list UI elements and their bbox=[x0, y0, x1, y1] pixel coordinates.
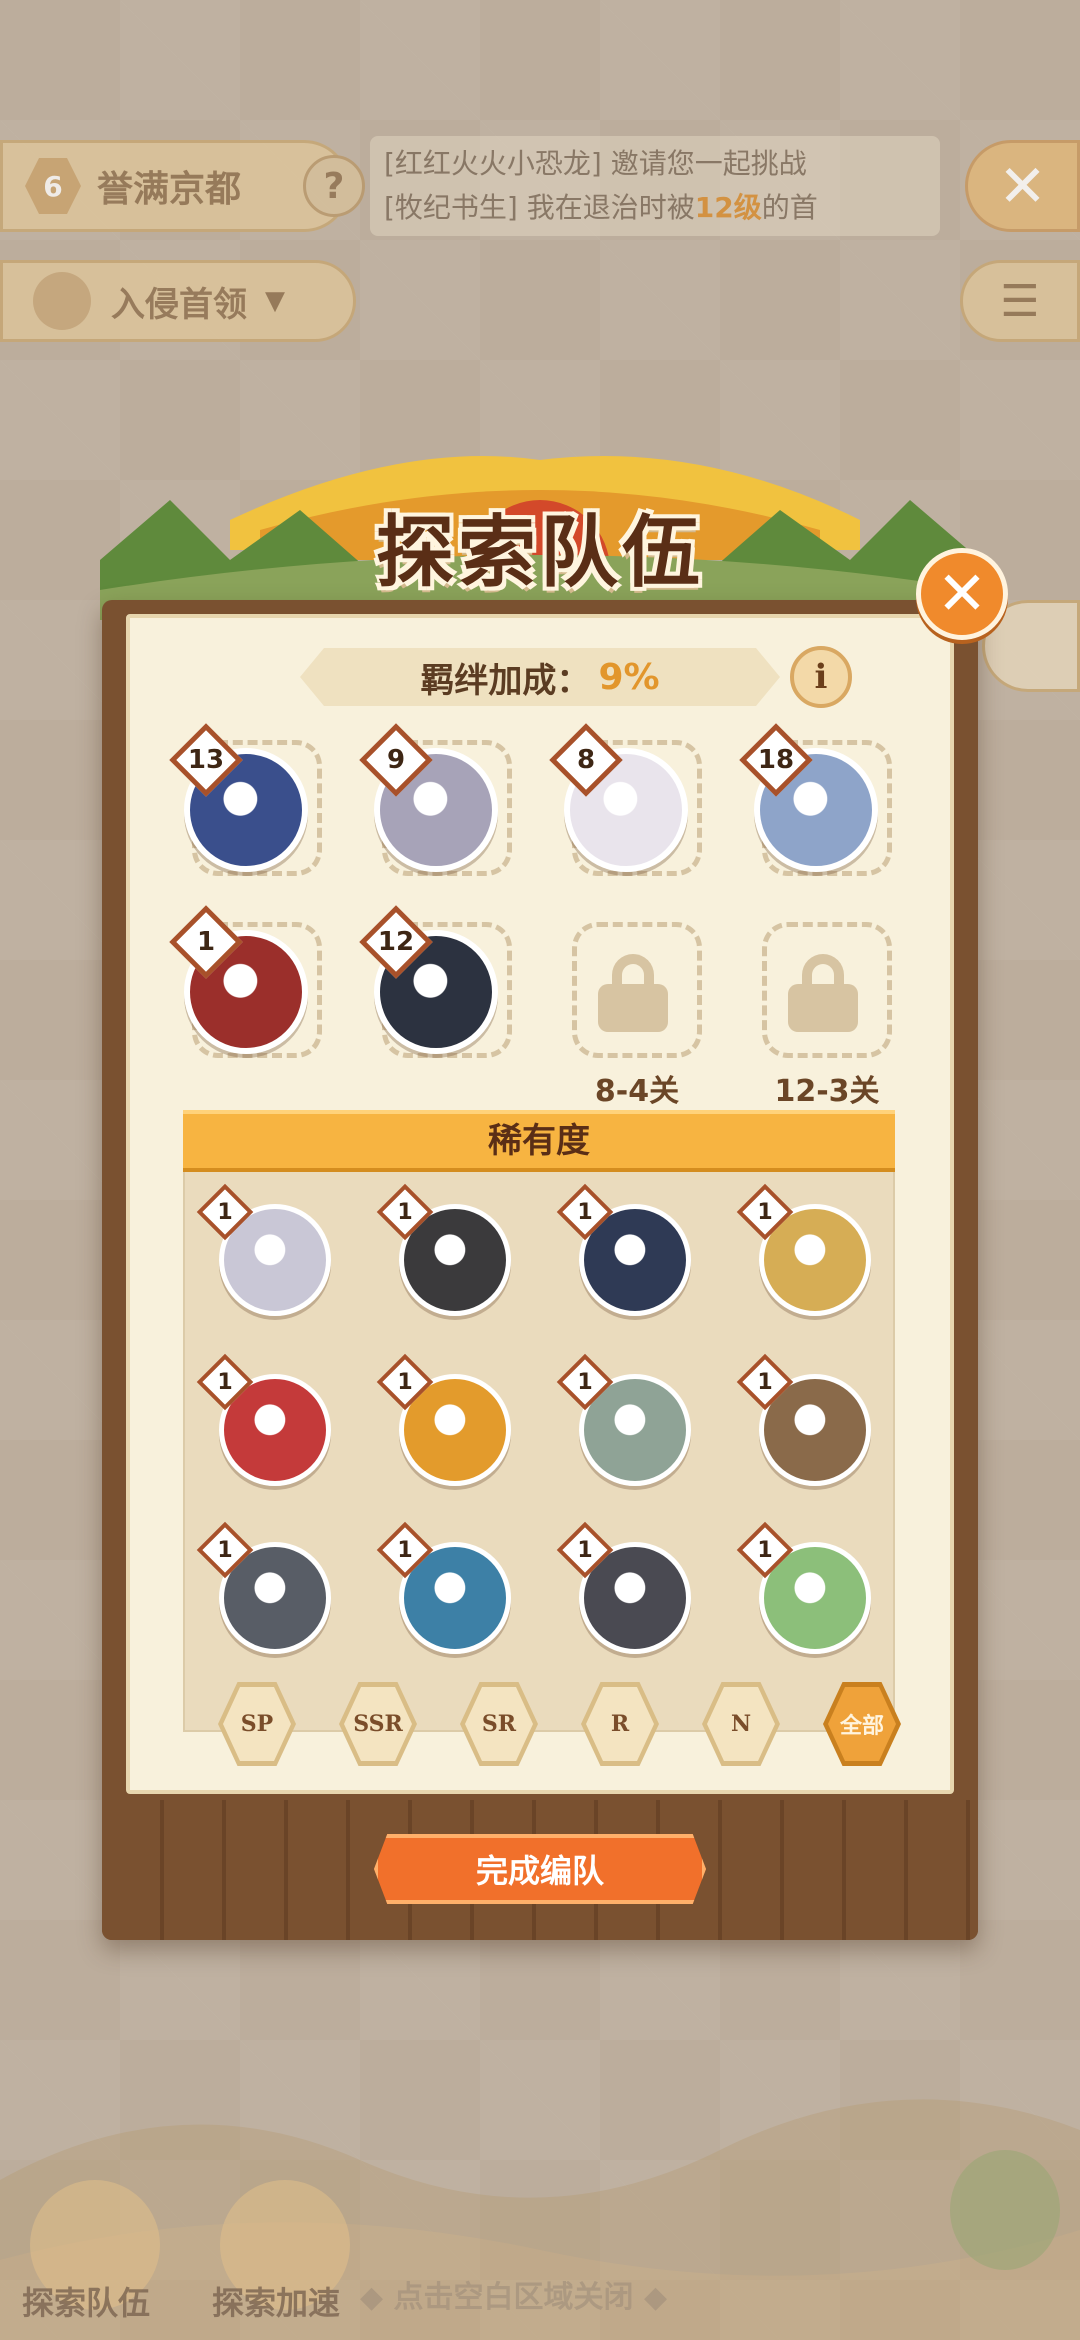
roster-card[interactable]: 1 bbox=[556, 1183, 695, 1322]
chevron-down-icon: ▼ bbox=[265, 286, 285, 316]
roster-card[interactable]: 1 bbox=[196, 1353, 335, 1492]
stage-banner[interactable]: 6 誉满京都 ? bbox=[0, 140, 365, 232]
locked-slot[interactable]: 8-4关 bbox=[562, 918, 702, 1109]
explore-team-label: 探索队伍 bbox=[22, 2284, 151, 2322]
explore-speed-label: 探索加速 bbox=[212, 2284, 341, 2322]
roster-card[interactable]: 1 bbox=[736, 1183, 875, 1322]
bond-label: 羁绊加成： bbox=[420, 660, 591, 701]
complete-formation-button[interactable]: 完成编队 bbox=[374, 1834, 706, 1904]
unlock-requirement: 12-3关 bbox=[774, 1074, 880, 1109]
roster-card[interactable]: 1 bbox=[376, 1353, 515, 1492]
roster-card[interactable]: 1 bbox=[196, 1183, 335, 1322]
bond-bonus-bar: 羁绊加成： 9% bbox=[300, 648, 780, 706]
stage-title: 誉满京都 bbox=[97, 169, 242, 210]
lock-icon bbox=[598, 954, 668, 1032]
team-slot[interactable]: 9 bbox=[359, 723, 512, 876]
invading-boss-dropdown[interactable]: 入侵首领 ▼ bbox=[0, 260, 356, 342]
team-slot[interactable]: 12 bbox=[359, 905, 512, 1058]
boss-icon bbox=[33, 272, 91, 330]
list-icon[interactable]: ☰ bbox=[960, 260, 1080, 342]
roster-card[interactable]: 1 bbox=[376, 1183, 515, 1322]
roster-card[interactable]: 1 bbox=[196, 1521, 335, 1660]
close-icon[interactable]: ✕ bbox=[965, 140, 1080, 232]
roster-card[interactable]: 1 bbox=[736, 1353, 875, 1492]
message-line-1: [红红火火小恐龙] 邀请您一起挑战 bbox=[384, 147, 807, 180]
locked-slot[interactable]: 12-3关 bbox=[752, 918, 892, 1109]
bond-value: 9% bbox=[598, 656, 660, 698]
team-slot[interactable]: 8 bbox=[549, 723, 702, 876]
frog-mascot-icon[interactable] bbox=[950, 2150, 1060, 2270]
close-hint: ◆ 点击空白区域关闭 ◆ bbox=[360, 2280, 668, 2315]
roster-card[interactable]: 1 bbox=[556, 1521, 695, 1660]
help-icon[interactable]: ? bbox=[303, 155, 365, 217]
roster-card[interactable]: 1 bbox=[556, 1353, 695, 1492]
lock-icon bbox=[788, 954, 858, 1032]
info-icon[interactable]: i bbox=[790, 646, 852, 708]
unlock-requirement: 8-4关 bbox=[594, 1074, 680, 1109]
roster-card[interactable]: 1 bbox=[376, 1521, 515, 1660]
rarity-header: 稀有度 bbox=[183, 1110, 895, 1172]
message-line-2: [牧纪书生] 我在退治时被12级的首 bbox=[384, 191, 818, 224]
team-slot[interactable]: 18 bbox=[739, 723, 892, 876]
message-ticker: [红红火火小恐龙] 邀请您一起挑战 [牧纪书生] 我在退治时被12级的首 bbox=[370, 136, 940, 236]
team-slot[interactable]: 13 bbox=[169, 723, 322, 876]
team-slot[interactable]: 1 bbox=[169, 905, 322, 1058]
roster-card[interactable]: 1 bbox=[736, 1521, 875, 1660]
panel-close-button[interactable]: ✕ bbox=[916, 548, 1008, 640]
panel-title: 探索队伍 bbox=[375, 507, 704, 598]
boss-label: 入侵首领 bbox=[111, 284, 247, 325]
stage-number: 6 bbox=[25, 158, 81, 214]
